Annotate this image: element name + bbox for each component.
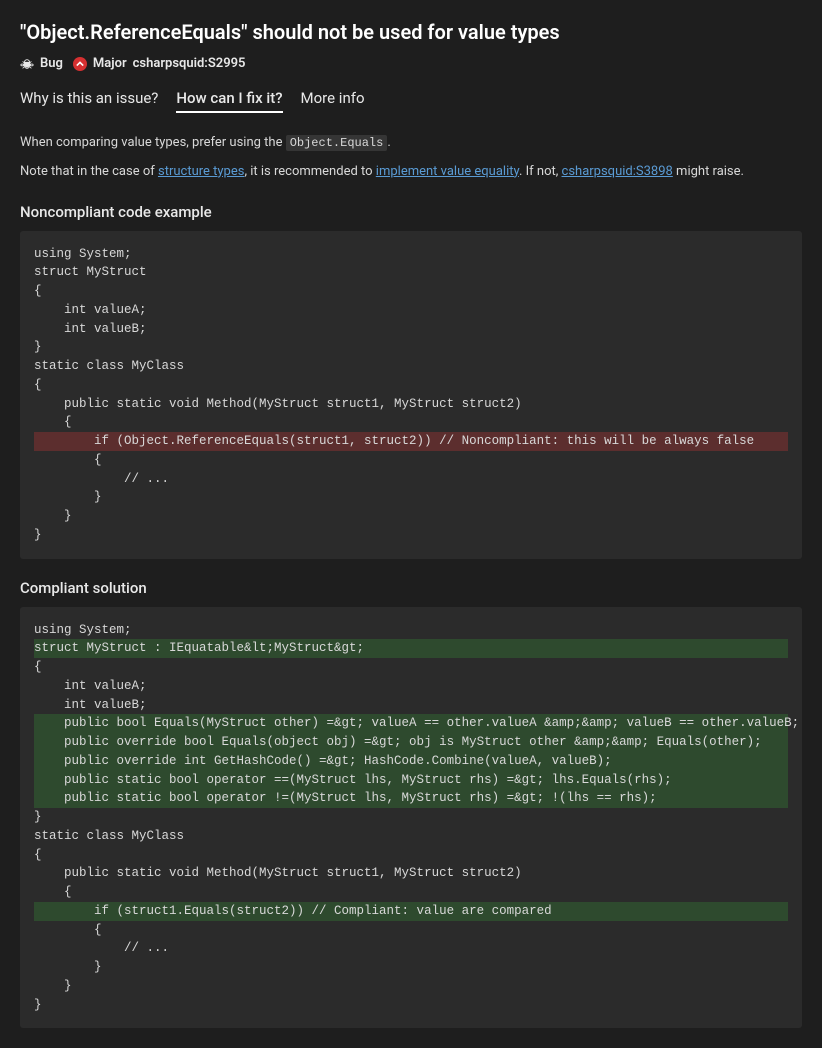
code-line-compliant-highlight: struct MyStruct : IEquatable&lt;MyStruct… [34, 639, 788, 658]
severity-label: Major [93, 56, 127, 71]
code-line: public static void Method(MyStruct struc… [34, 395, 788, 414]
link-structure-types[interactable]: structure types [158, 164, 244, 179]
intro-suffix: . [387, 135, 390, 150]
compliant-code-block: using System;struct MyStruct : IEquatabl… [20, 607, 802, 1029]
code-line-noncompliant-highlight: if (Object.ReferenceEquals(struct1, stru… [34, 432, 788, 451]
note-p3: . If not, [519, 164, 562, 179]
code-line: { [34, 921, 788, 940]
note-paragraph: Note that in the case of structure types… [20, 162, 802, 183]
code-line: } [34, 507, 788, 526]
code-line: } [34, 488, 788, 507]
code-line: using System; [34, 621, 788, 640]
code-line: } [34, 526, 788, 545]
code-line: { [34, 883, 788, 902]
code-line: { [34, 376, 788, 395]
rule-id: csharpsquid:S2995 [133, 56, 246, 71]
noncompliant-code-block: using System;struct MyStruct{ int valueA… [20, 231, 802, 559]
code-line: using System; [34, 245, 788, 264]
code-line: } [34, 958, 788, 977]
note-p1: Note that in the case of [20, 164, 158, 179]
code-line: public static void Method(MyStruct struc… [34, 864, 788, 883]
noncompliant-header: Noncompliant code example [20, 203, 802, 221]
bug-label: Bug [40, 56, 63, 71]
intro-paragraph: When comparing value types, prefer using… [20, 133, 802, 154]
meta-row: Bug Major csharpsquid:S2995 [20, 56, 802, 71]
tab-why-issue[interactable]: Why is this an issue? [20, 89, 158, 113]
code-line: } [34, 977, 788, 996]
code-line: } [34, 338, 788, 357]
code-line: int valueB; [34, 696, 788, 715]
note-p4: might raise. [673, 164, 744, 179]
compliant-code: using System;struct MyStruct : IEquatabl… [34, 621, 788, 1015]
code-line-compliant-highlight: public static bool operator !=(MyStruct … [34, 789, 788, 808]
link-implement-value-equality[interactable]: implement value equality [376, 164, 519, 179]
code-line: int valueB; [34, 320, 788, 339]
code-line: { [34, 282, 788, 301]
note-p2: , it is recommended to [244, 164, 375, 179]
compliant-header: Compliant solution [20, 579, 802, 597]
code-line: } [34, 996, 788, 1015]
code-line: // ... [34, 470, 788, 489]
intro-code: Object.Equals [286, 135, 388, 151]
tab-how-fix[interactable]: How can I fix it? [176, 89, 282, 113]
code-line-compliant-highlight: public override bool Equals(object obj) … [34, 733, 788, 752]
code-line: static class MyClass [34, 827, 788, 846]
code-line: } [34, 808, 788, 827]
code-line: int valueA; [34, 301, 788, 320]
code-line: { [34, 413, 788, 432]
code-line-compliant-highlight: public static bool operator ==(MyStruct … [34, 771, 788, 790]
page-title: "Object.ReferenceEquals" should not be u… [20, 20, 802, 44]
code-line: struct MyStruct [34, 263, 788, 282]
code-line: { [34, 846, 788, 865]
link-rule-s3898[interactable]: csharpsquid:S3898 [562, 164, 673, 179]
code-line: { [34, 658, 788, 677]
intro-prefix: When comparing value types, prefer using… [20, 135, 286, 150]
tab-more-info[interactable]: More info [301, 89, 365, 113]
noncompliant-code: using System;struct MyStruct{ int valueA… [34, 245, 788, 545]
code-line-compliant-highlight: public override int GetHashCode() =&gt; … [34, 752, 788, 771]
code-line: { [34, 451, 788, 470]
code-line: static class MyClass [34, 357, 788, 376]
bug-icon [20, 57, 34, 71]
code-line-compliant-highlight: if (struct1.Equals(struct2)) // Complian… [34, 902, 788, 921]
major-severity-icon [73, 57, 87, 71]
code-line: int valueA; [34, 677, 788, 696]
code-line: // ... [34, 939, 788, 958]
tabs: Why is this an issue? How can I fix it? … [20, 89, 802, 113]
code-line-compliant-highlight: public bool Equals(MyStruct other) =&gt;… [34, 714, 788, 733]
